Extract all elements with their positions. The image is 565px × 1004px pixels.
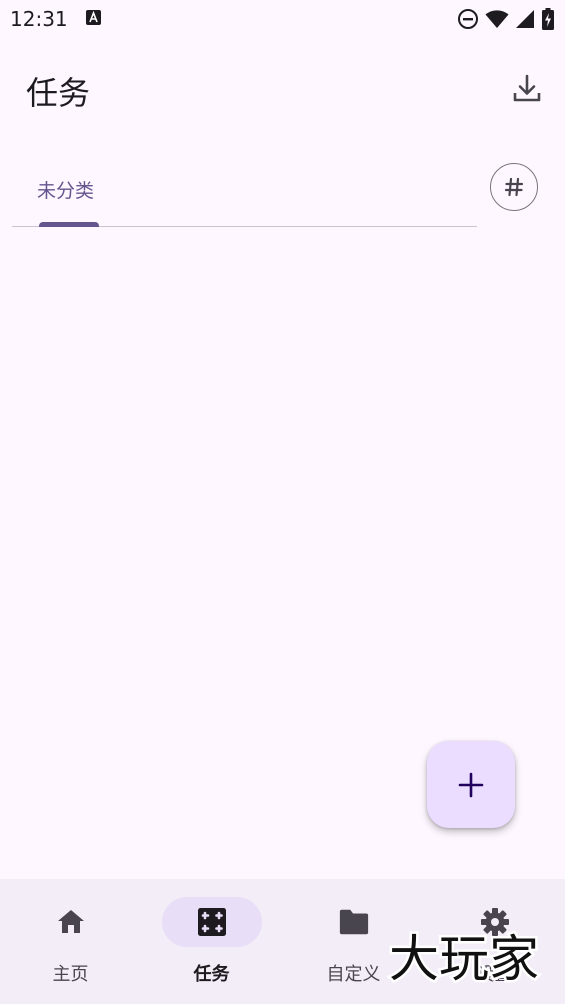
nav-label-settings: 设置 <box>476 964 513 985</box>
page-title: 任务 <box>26 74 91 112</box>
nav-item-home[interactable]: 主页 <box>0 879 141 1004</box>
gear-icon <box>479 906 511 938</box>
category-tab-row: 未分类 <box>12 160 477 227</box>
manage-categories-button[interactable] <box>490 163 538 211</box>
nav-label-home: 主页 <box>52 964 89 985</box>
add-task-button[interactable] <box>427 741 515 828</box>
nav-label-tasks: 任务 <box>193 964 230 985</box>
battery-charging-icon <box>542 8 554 30</box>
status-icons <box>457 8 555 30</box>
nav-item-tasks[interactable]: 任务 <box>141 879 282 1004</box>
home-icon <box>55 906 87 938</box>
cellular-signal-icon <box>516 10 534 28</box>
status-time: 12:31 <box>10 7 68 31</box>
bottom-navigation: 主页 任务 自定义 设置 <box>0 879 565 1004</box>
tasks-icon <box>196 906 228 938</box>
tab-uncategorized[interactable]: 未分类 <box>12 160 126 227</box>
wifi-icon <box>485 10 509 28</box>
nav-item-custom[interactable]: 自定义 <box>283 879 424 1004</box>
download-icon <box>513 74 541 102</box>
do-not-disturb-icon <box>458 9 478 29</box>
plus-icon <box>458 772 484 797</box>
nav-label-custom: 自定义 <box>326 964 381 985</box>
tab-indicator <box>39 222 99 227</box>
hashtag-icon <box>504 177 524 197</box>
font-a-icon <box>86 10 101 25</box>
nav-item-settings[interactable]: 设置 <box>424 879 565 1004</box>
tab-label: 未分类 <box>37 180 95 202</box>
download-button[interactable] <box>506 68 548 110</box>
folder-icon <box>338 906 370 938</box>
status-bar: 12:31 <box>0 0 565 38</box>
